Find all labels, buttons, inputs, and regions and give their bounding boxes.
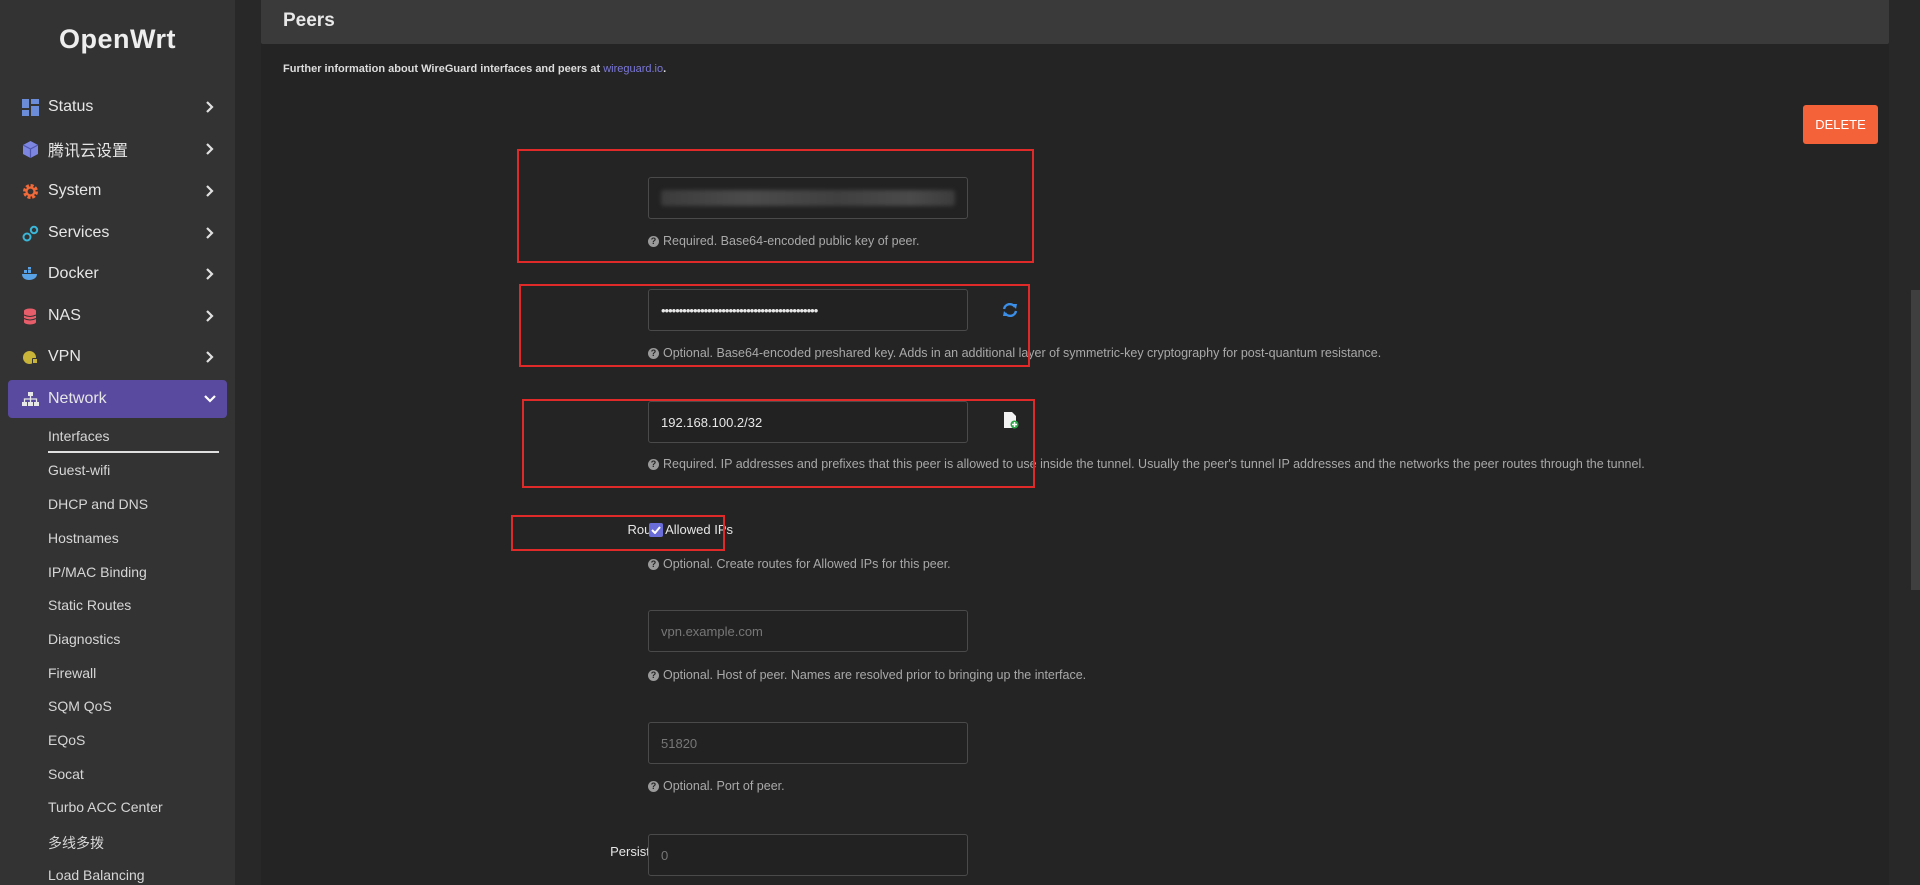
route-allowed-ips-help: ? Optional. Create routes for Allowed IPs… xyxy=(648,557,951,571)
endpoint-host-help: ? Optional. Host of peer. Names are resol… xyxy=(648,668,1086,682)
chevron-right-icon xyxy=(203,184,217,198)
active-underline xyxy=(48,451,219,453)
help-icon: ? xyxy=(648,558,659,570)
chevron-right-icon xyxy=(203,100,217,114)
help-text: Optional. Base64-encoded preshared key. … xyxy=(663,346,1382,360)
database-icon xyxy=(21,307,39,325)
dashboard-icon xyxy=(21,98,39,116)
sidebar-item-docker[interactable]: Docker xyxy=(8,255,227,293)
submenu-item-multiwan-dial[interactable]: 多线多拨 xyxy=(48,833,104,853)
panel-header: Peers xyxy=(261,0,1889,44)
sidebar: OpenWrt Status 腾讯云设置 System Services Doc… xyxy=(0,0,235,885)
sidebar-item-label: Status xyxy=(48,98,94,115)
peers-panel: Peers Further information about WireGuar… xyxy=(261,0,1889,885)
route-allowed-ips-checkbox[interactable] xyxy=(649,523,663,537)
info-suffix: . xyxy=(663,63,667,75)
globe-lock-icon xyxy=(21,348,39,366)
submenu-item-firewall[interactable]: Firewall xyxy=(48,665,96,681)
sidebar-item-status[interactable]: Status xyxy=(8,88,227,126)
sidebar-item-label: NAS xyxy=(48,307,81,324)
sidebar-item-vpn[interactable]: VPN xyxy=(8,338,227,376)
submenu-item-eqos[interactable]: EQoS xyxy=(48,732,85,748)
redacted-value xyxy=(661,190,955,206)
preshared-key-field[interactable] xyxy=(648,289,968,331)
submenu-item-sqm-qos[interactable]: SQM QoS xyxy=(48,698,112,714)
sidebar-item-services[interactable]: Services xyxy=(8,214,227,252)
info-text: Further information about WireGuard inte… xyxy=(283,63,666,75)
submenu-item-diagnostics[interactable]: Diagnostics xyxy=(48,631,120,647)
sidebar-item-label: Docker xyxy=(48,265,99,282)
chevron-right-icon xyxy=(203,267,217,281)
submenu-item-dhcp-dns[interactable]: DHCP and DNS xyxy=(48,496,148,512)
sidebar-item-nas[interactable]: NAS xyxy=(8,297,227,335)
refresh-icon[interactable] xyxy=(1001,302,1019,323)
submenu-item-static-routes[interactable]: Static Routes xyxy=(48,597,131,613)
submenu-item-guest-wifi[interactable]: Guest-wifi xyxy=(48,462,110,478)
scrollbar-thumb[interactable] xyxy=(1911,290,1920,590)
allowed-ips-field[interactable] xyxy=(648,401,968,443)
cogs-icon xyxy=(21,224,39,242)
chevron-right-icon xyxy=(203,309,217,323)
public-key-help: ? Required. Base64-encoded public key of … xyxy=(648,234,919,248)
help-text: Optional. Host of peer. Names are resolv… xyxy=(663,668,1087,682)
sidebar-item-label: 腾讯云设置 xyxy=(48,143,129,160)
endpoint-port-input[interactable] xyxy=(648,722,968,764)
help-icon: ? xyxy=(648,347,659,359)
chevron-right-icon xyxy=(203,226,217,240)
submenu-item-socat[interactable]: Socat xyxy=(48,766,84,782)
route-allowed-ips-label: Route Allowed IPs xyxy=(627,522,733,537)
cube-icon xyxy=(21,140,39,158)
panel-title: Peers xyxy=(283,10,335,31)
sidebar-item-label: Network xyxy=(48,390,107,407)
help-text: Required. IP addresses and prefixes that… xyxy=(663,457,1645,471)
help-text: Optional. Create routes for Allowed IPs … xyxy=(663,557,951,571)
openwrt-logo[interactable]: OpenWrt xyxy=(0,24,235,55)
sidebar-item-network[interactable]: Network xyxy=(8,380,227,418)
chevron-right-icon xyxy=(203,350,217,364)
docker-whale-icon xyxy=(21,265,39,283)
help-text: Required. Base64-encoded public key of p… xyxy=(663,234,920,248)
add-entry-icon[interactable] xyxy=(1003,412,1019,434)
sidebar-item-system[interactable]: System xyxy=(8,172,227,210)
help-icon: ? xyxy=(648,669,659,681)
sidebar-item-tencent-cloud[interactable]: 腾讯云设置 xyxy=(8,130,227,168)
gear-icon xyxy=(21,182,39,200)
sidebar-item-label: VPN xyxy=(48,348,81,365)
preshared-key-help: ? Optional. Base64-encoded preshared key.… xyxy=(648,346,1381,360)
sidebar-item-label: System xyxy=(48,182,102,199)
checkmark-icon xyxy=(651,526,661,534)
chevron-right-icon xyxy=(203,142,217,156)
public-key-field[interactable] xyxy=(648,177,968,219)
submenu-item-interfaces[interactable]: Interfaces xyxy=(48,428,109,444)
submenu-item-hostnames[interactable]: Hostnames xyxy=(48,530,119,546)
submenu-item-turbo-acc-center[interactable]: Turbo ACC Center xyxy=(48,799,163,815)
delete-button[interactable]: DELETE xyxy=(1803,105,1878,144)
wireguard-link[interactable]: wireguard.io xyxy=(603,63,663,75)
submenu-item-load-balancing[interactable]: Load Balancing xyxy=(48,867,145,883)
allowed-ips-help: ? Required. IP addresses and prefixes tha… xyxy=(648,457,1645,471)
sidebar-item-label: Services xyxy=(48,224,110,241)
persistent-keep-alive-input[interactable] xyxy=(648,834,968,876)
chevron-down-icon xyxy=(203,392,217,406)
sitemap-icon xyxy=(21,390,39,408)
help-icon: ? xyxy=(648,458,659,470)
help-icon: ? xyxy=(648,235,659,247)
info-prefix: Further information about WireGuard inte… xyxy=(283,63,604,75)
main-content: Peers Further information about WireGuar… xyxy=(235,0,1920,885)
submenu-item-ip-mac-binding[interactable]: IP/MAC Binding xyxy=(48,564,147,580)
help-text: Optional. Port of peer. xyxy=(663,779,785,793)
endpoint-host-input[interactable] xyxy=(648,610,968,652)
endpoint-port-help: ? Optional. Port of peer. xyxy=(648,779,785,793)
help-icon: ? xyxy=(648,780,659,792)
